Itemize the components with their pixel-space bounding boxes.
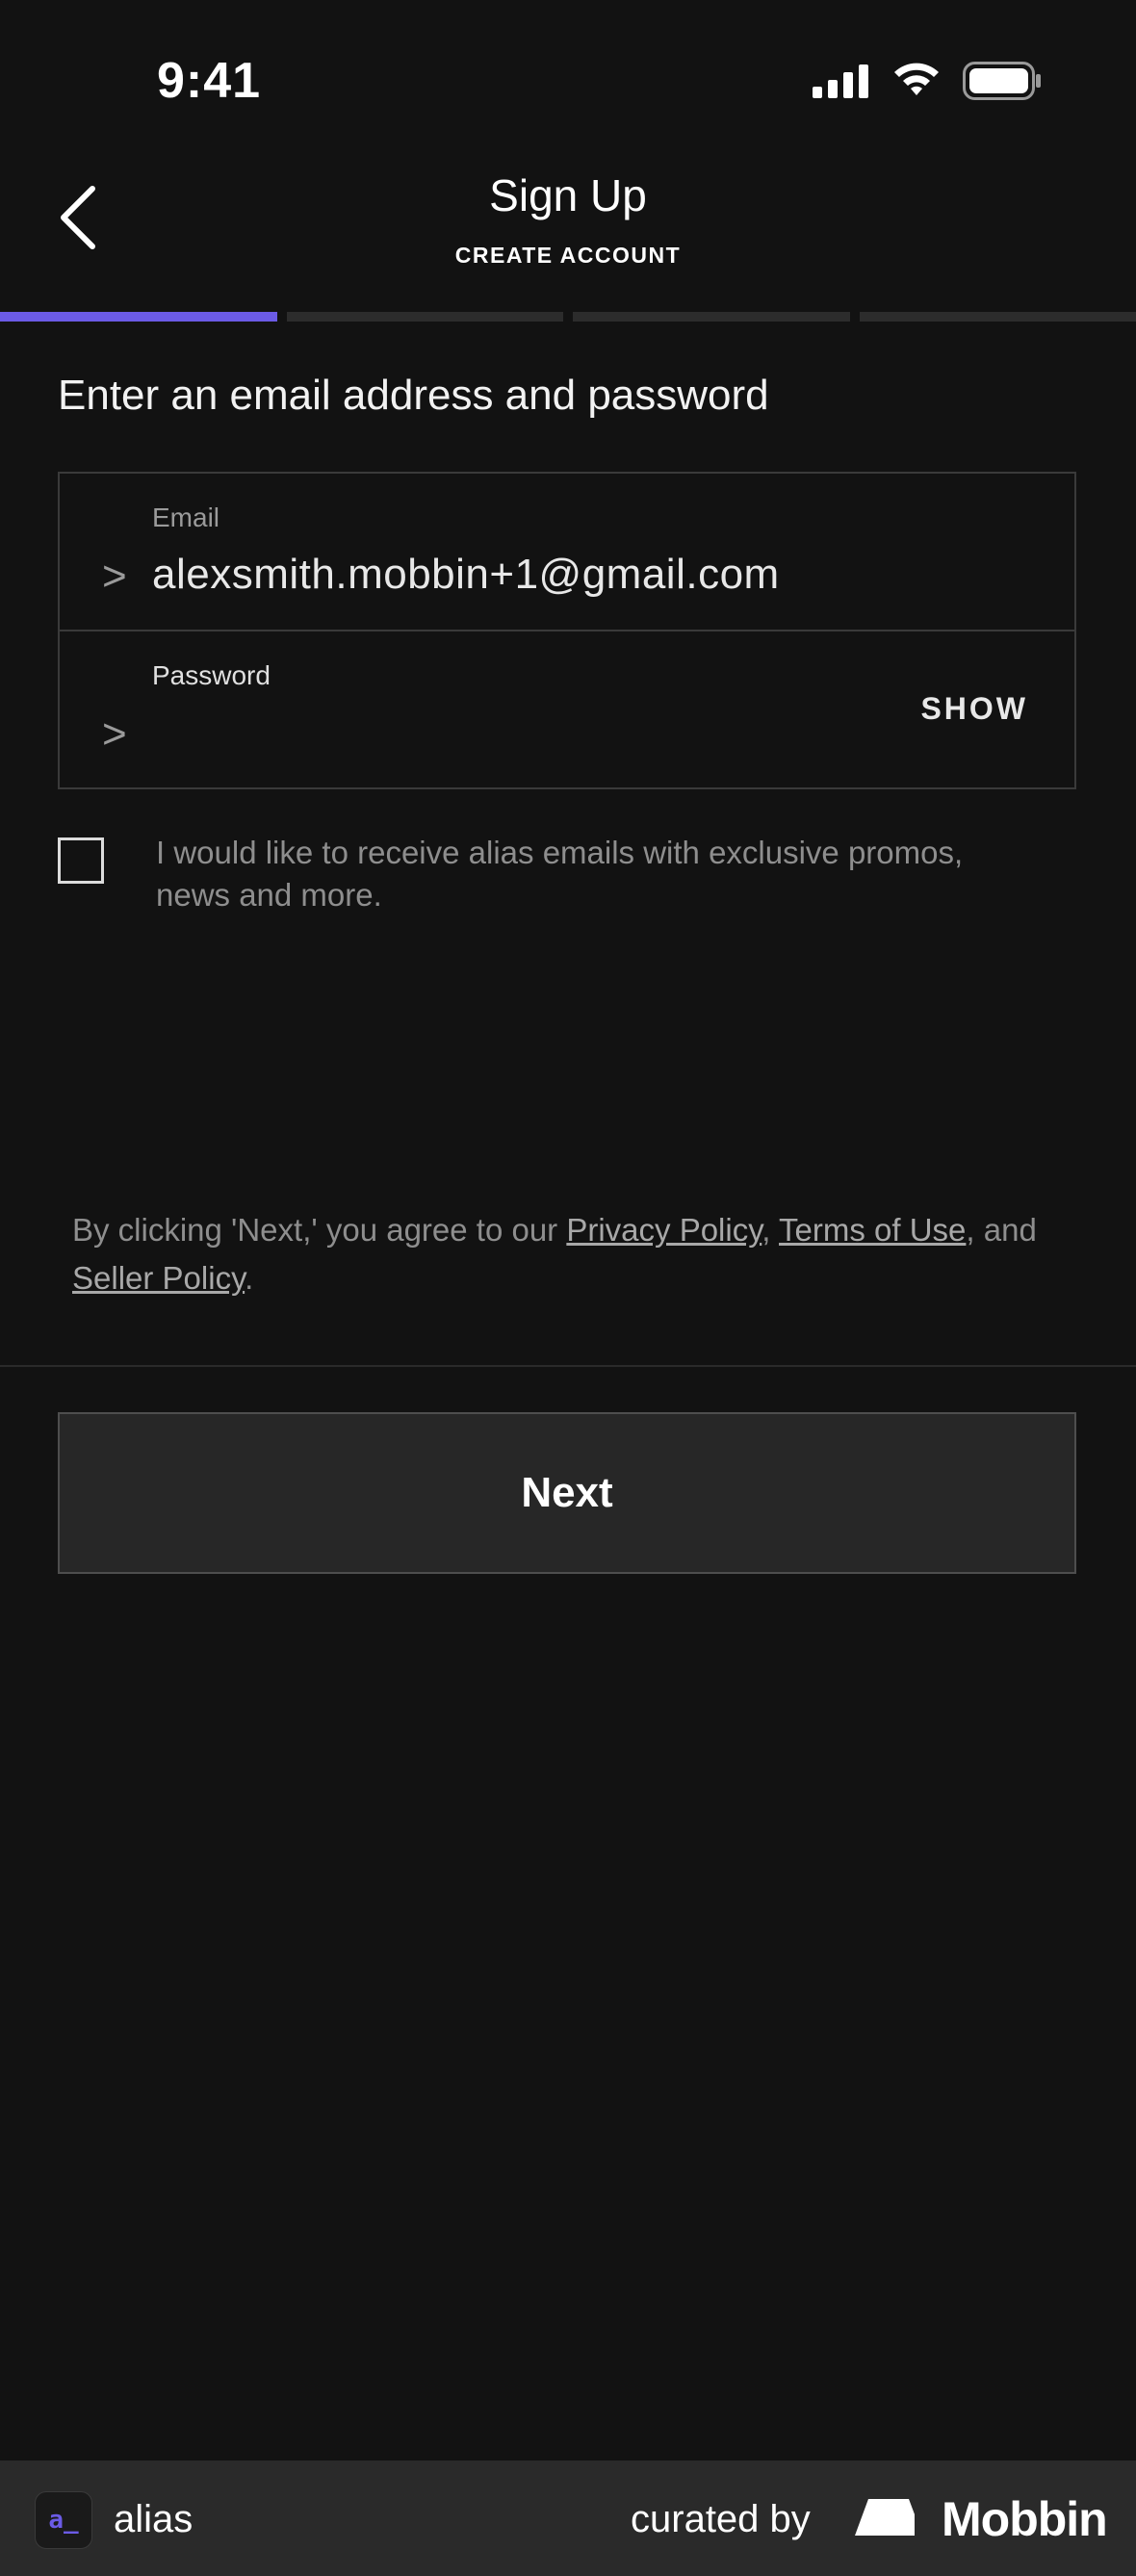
page-subtitle: CREATE ACCOUNT (454, 243, 682, 268)
progress-step-3 (573, 312, 850, 322)
page-title: Sign Up (489, 170, 647, 220)
legal-sep-1: , (762, 1212, 780, 1248)
app-name: alias (114, 2498, 194, 2540)
legal-prefix: By clicking 'Next,' you agree to our (72, 1212, 567, 1248)
progress-step-1 (0, 312, 277, 322)
email-input[interactable]: alexsmith.mobbin+1@gmail.com (152, 551, 780, 599)
progress-step-4 (859, 312, 1136, 322)
legal-notice: By clicking 'Next,' you agree to our Pri… (72, 1206, 1064, 1302)
status-time: 9:41 (157, 53, 262, 109)
form-heading: Enter an email address and password (58, 372, 769, 419)
mobbin-logo-icon (855, 2499, 915, 2536)
seller-policy-link[interactable]: Seller Policy (72, 1260, 245, 1296)
password-label: Password (152, 660, 271, 690)
promo-opt-in-label: I would like to receive alias emails wit… (156, 835, 964, 913)
divider (0, 1365, 1136, 1367)
terms-of-use-link[interactable]: Terms of Use (779, 1212, 966, 1248)
status-icons (813, 62, 1042, 100)
alias-app-icon: a_ (35, 2491, 92, 2549)
show-password-button[interactable]: SHOW (920, 691, 1028, 727)
email-label: Email (152, 502, 220, 532)
password-field[interactable]: Password > SHOW (60, 631, 1074, 789)
step-progress (0, 312, 1136, 322)
legal-suffix: . (245, 1260, 254, 1296)
curated-by-label: curated by (631, 2498, 811, 2540)
battery-icon (963, 62, 1041, 100)
email-field[interactable]: Email > alexsmith.mobbin+1@gmail.com (60, 474, 1074, 631)
wifi-icon (894, 63, 939, 95)
next-button[interactable]: Next (58, 1412, 1076, 1574)
email-prompt-icon: > (102, 553, 127, 600)
signal-icon (813, 64, 868, 98)
password-prompt-icon: > (102, 710, 127, 758)
progress-step-2 (286, 312, 563, 322)
credentials-form: Email > alexsmith.mobbin+1@gmail.com Pas… (58, 472, 1076, 789)
legal-sep-2: , and (966, 1212, 1037, 1248)
mobbin-brand: Mobbin (942, 2492, 1108, 2546)
privacy-policy-link[interactable]: Privacy Policy (566, 1212, 762, 1248)
promo-opt-in-checkbox[interactable] (58, 837, 104, 884)
